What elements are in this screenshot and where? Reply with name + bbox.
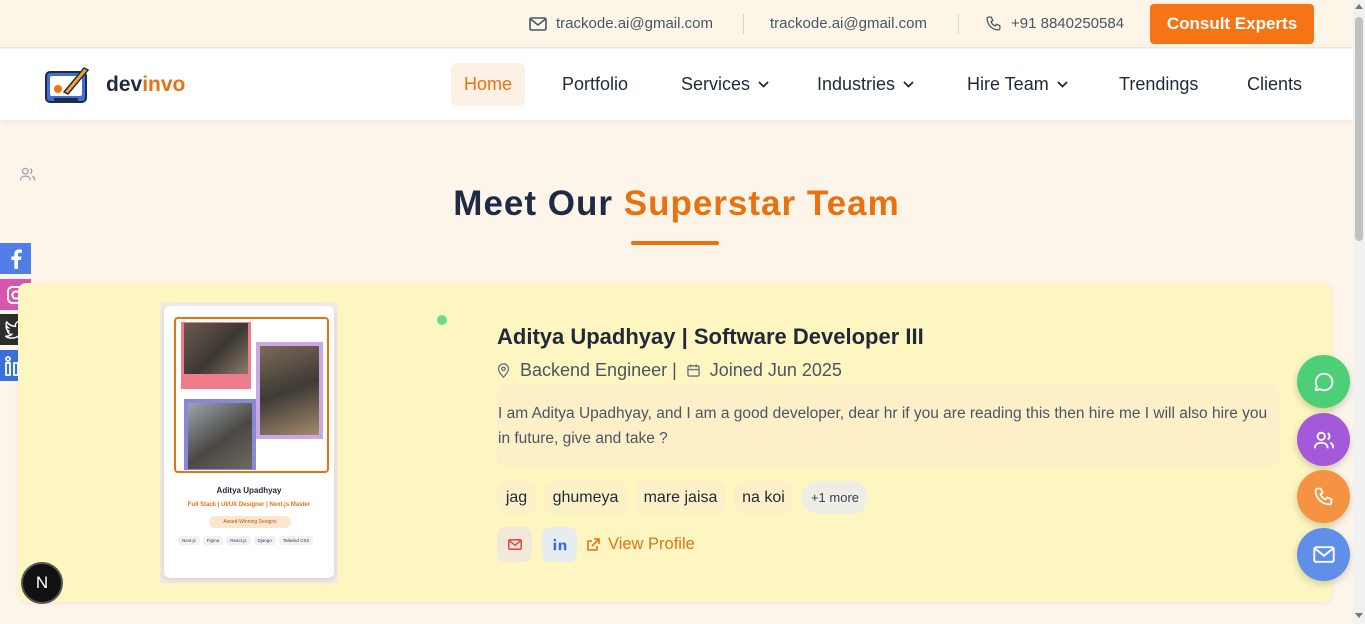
chevron-down-icon — [903, 81, 914, 88]
location-pin-icon — [497, 363, 510, 378]
nav-portfolio[interactable]: Portfolio — [562, 63, 628, 106]
email-link-1[interactable]: trackode.ai@gmail.com — [529, 15, 713, 32]
nav-home[interactable]: Home — [451, 63, 526, 106]
chat-fab[interactable] — [1297, 355, 1350, 408]
photo-award-badge: Award-Winning Designs — [209, 516, 291, 528]
member-title: Aditya Upadhyay | Software Developer III — [497, 324, 924, 349]
more-tags-button[interactable]: +1 more — [802, 481, 868, 514]
consult-experts-button[interactable]: Consult Experts — [1150, 4, 1314, 44]
nav-industries[interactable]: Industries — [817, 63, 914, 106]
view-profile-label: View Profile — [608, 535, 695, 553]
chevron-down-icon — [758, 81, 769, 88]
nav-services-label: Services — [681, 74, 751, 94]
skill-tag: mare jaisa — [635, 481, 726, 514]
member-bio: I am Aditya Upadhyay, and I am a good de… — [497, 384, 1279, 467]
view-profile-link[interactable]: View Profile — [586, 535, 695, 554]
photo-collage — [174, 317, 329, 473]
mail-icon — [507, 539, 522, 550]
chevron-down-icon — [1057, 81, 1068, 88]
team-fab[interactable] — [1297, 413, 1350, 466]
email-link-2[interactable]: trackode.ai@gmail.com — [770, 15, 927, 32]
call-fab[interactable] — [1297, 470, 1350, 523]
phone-icon — [986, 16, 1001, 31]
skill-tag: jag — [497, 481, 536, 514]
photo-member-name: Aditya Upadhyay — [216, 486, 282, 495]
heading-part-1: Meet Our — [453, 184, 613, 223]
palette-logo-icon — [45, 67, 90, 103]
nav-hire-team[interactable]: Hire Team — [967, 63, 1068, 106]
users-icon — [19, 167, 36, 181]
external-link-icon — [587, 537, 600, 551]
email-text-1: trackode.ai@gmail.com — [556, 15, 713, 32]
facebook-icon — [10, 248, 22, 269]
scroll-down-arrow-icon[interactable] — [1355, 613, 1363, 618]
calendar-icon — [687, 364, 700, 377]
skill-tag: na koi — [734, 481, 793, 514]
nav-services[interactable]: Services — [681, 63, 769, 106]
heading-underline — [631, 241, 719, 245]
photo-skill-tag: Django — [253, 536, 276, 545]
member-email-button[interactable] — [497, 527, 532, 562]
email-text-2: trackode.ai@gmail.com — [770, 15, 927, 32]
member-photo-1 — [184, 323, 248, 374]
main-navbar: devinvo Home Portfolio Services Industri… — [0, 49, 1353, 120]
nav-clients[interactable]: Clients — [1247, 63, 1302, 106]
phone-link[interactable]: +91 8840250584 — [985, 15, 1124, 32]
online-status-dot — [437, 315, 447, 325]
nav-trendings[interactable]: Trendings — [1119, 63, 1198, 106]
photo-skill-tag: Figma — [202, 536, 224, 545]
top-contact-bar: trackode.ai@gmail.com trackode.ai@gmail.… — [0, 0, 1353, 48]
photo-skill-tag: React.js — [226, 536, 251, 545]
member-photo-card: Aditya Upadhyay Full Stack | UI/UX Desig… — [160, 302, 338, 583]
chat-bubble-icon — [1314, 372, 1333, 391]
member-photo-3 — [188, 403, 252, 469]
brand-logo[interactable] — [44, 64, 90, 106]
photo-award-text: Award-Winning Designs — [223, 519, 277, 525]
nav-industries-label: Industries — [817, 74, 896, 94]
nextjs-dev-badge[interactable]: N — [21, 562, 63, 604]
photo-collage-frame: Aditya Upadhyay Full Stack | UI/UX Desig… — [164, 306, 334, 578]
photo-skill-tag: Tailwind CSS — [278, 536, 314, 545]
member-linkedin-button[interactable] — [542, 527, 577, 562]
linkedin-icon — [553, 538, 566, 551]
mail-icon — [1312, 546, 1335, 563]
phone-icon — [1314, 487, 1333, 506]
nav-hire-team-label: Hire Team — [967, 74, 1049, 94]
brand-part-2: invo — [142, 73, 186, 96]
phone-text: +91 8840250584 — [1011, 15, 1125, 32]
member-role: Backend Engineer | — [520, 360, 677, 380]
brand-name[interactable]: devinvo — [106, 73, 185, 97]
email-fab[interactable] — [1297, 528, 1350, 581]
photo-member-role: Full Stack | UI/UX Designer | Next.js Ma… — [187, 502, 311, 508]
photo-skill-tags: Next.js Figma React.js Django Tailwind C… — [178, 536, 328, 545]
member-meta: Backend Engineer | Joined Jun 2025 — [497, 360, 842, 381]
mail-icon — [529, 16, 547, 31]
brand-part-1: dev — [106, 73, 143, 96]
scroll-thumb[interactable] — [1355, 17, 1363, 241]
divider — [743, 14, 744, 34]
heading-part-2: Superstar Team — [623, 184, 900, 223]
skill-tag: ghumeya — [544, 481, 627, 514]
photo-skill-tag: Next.js — [178, 536, 200, 545]
scroll-up-arrow-icon[interactable] — [1355, 4, 1363, 9]
section-heading: Meet Our Superstar Team — [0, 184, 1353, 224]
member-joined: Joined Jun 2025 — [709, 360, 842, 380]
member-photo-2 — [260, 346, 319, 435]
divider — [958, 14, 959, 34]
facebook-link[interactable] — [0, 243, 31, 274]
users-icon — [1313, 431, 1334, 448]
page-scrollbar[interactable] — [1353, 0, 1365, 624]
